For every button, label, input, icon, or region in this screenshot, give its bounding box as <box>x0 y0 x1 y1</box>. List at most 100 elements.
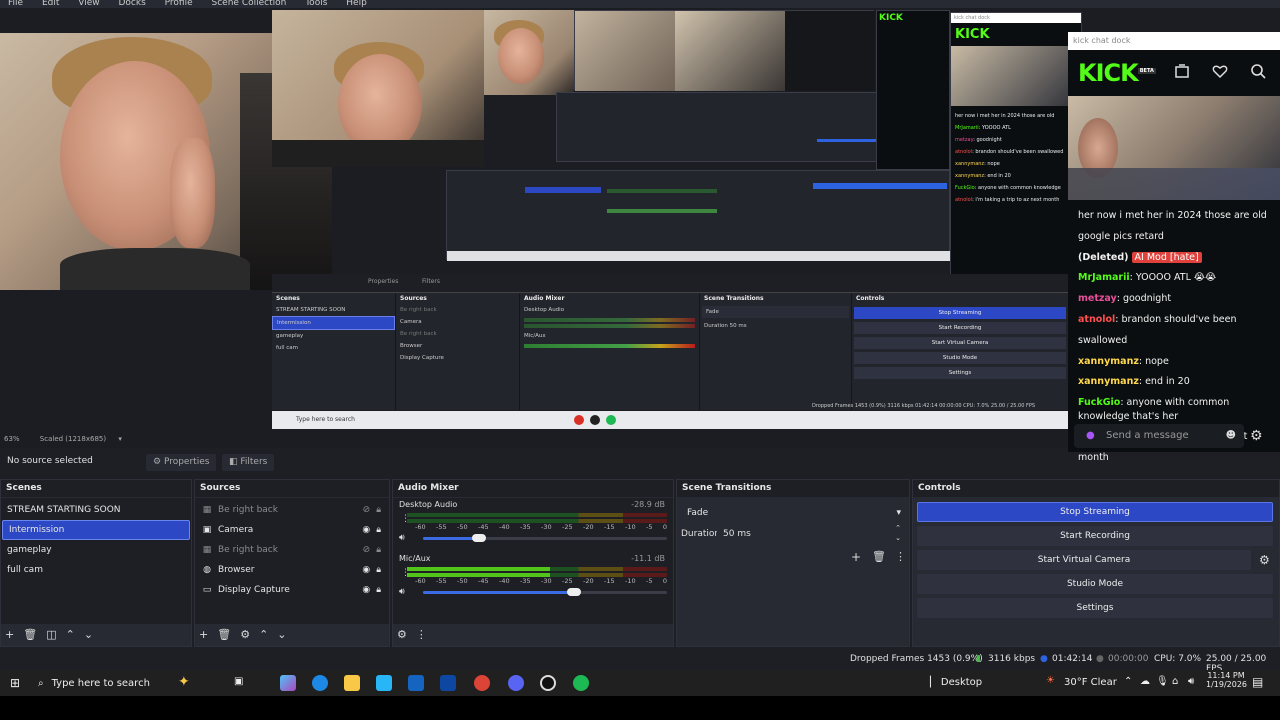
mic-icon[interactable]: 🎙︎ <box>1156 676 1169 687</box>
mail-icon[interactable] <box>408 675 424 691</box>
lock-icon[interactable]: 🔒︎ <box>376 580 381 600</box>
add-transition-icon[interactable]: + <box>851 550 861 564</box>
add-source-icon[interactable]: + <box>199 629 208 641</box>
chat-user[interactable]: MrJamarii <box>1078 272 1130 283</box>
chat-message: (Deleted) AI Mod [hate] <box>1078 248 1270 269</box>
eye-icon[interactable]: ◉ <box>362 560 370 580</box>
clock[interactable]: 11:14 PM 1/19/2026 <box>1206 671 1247 689</box>
store-icon[interactable] <box>440 675 456 691</box>
heart-icon[interactable] <box>1212 63 1228 83</box>
speaker-icon[interactable]: 🔊︎ <box>399 533 405 543</box>
lock-icon[interactable]: 🔒︎ <box>376 520 381 540</box>
settings-button[interactable]: Settings <box>917 598 1273 618</box>
microphone-icon[interactable]: ● <box>1086 424 1095 448</box>
volume-knob[interactable] <box>567 588 582 596</box>
weather-text[interactable]: 30°F Clear <box>1064 677 1117 688</box>
speaker-icon[interactable]: 🔊︎ <box>399 587 405 597</box>
menu-edit[interactable]: Edit <box>42 0 59 8</box>
scene-item[interactable]: STREAM STARTING SOON <box>1 500 191 520</box>
remove-transition-icon[interactable]: 🗑 <box>872 550 886 563</box>
eye-hidden-icon[interactable]: ⊘ <box>363 500 371 520</box>
start-virtual-camera-button[interactable]: Start Virtual Camera <box>917 550 1251 570</box>
duration-input[interactable]: 50 ms ⌃ ⌄ <box>717 523 907 543</box>
scene-item[interactable]: full cam <box>1 560 191 580</box>
add-scene-icon[interactable]: + <box>5 629 14 641</box>
obs-icon[interactable] <box>540 675 556 691</box>
chrome-icon[interactable] <box>474 675 490 691</box>
source-item[interactable]: ▭ Display Capture ◉ 🔒︎ <box>195 580 389 600</box>
volume-slider[interactable] <box>423 534 667 542</box>
menu-tools[interactable]: Tools <box>305 0 327 8</box>
eye-icon[interactable]: ◉ <box>362 520 370 540</box>
zoom-level[interactable]: 63% <box>4 435 20 443</box>
source-item[interactable]: ▦ Be right back ⊘ 🔒︎ <box>195 500 389 520</box>
advanced-audio-icon[interactable]: ⚙ <box>397 629 407 641</box>
tray-chevron-icon[interactable]: ⌃ <box>1124 676 1132 687</box>
remove-source-icon[interactable]: 🗑 <box>217 629 231 641</box>
eye-hidden-icon[interactable]: ⊘ <box>363 540 371 560</box>
cloud-icon[interactable]: ☁ <box>1140 676 1150 687</box>
source-item[interactable]: ▦ Be right back ⊘ 🔒︎ <box>195 540 389 560</box>
menu-docks[interactable]: Docks <box>118 0 145 8</box>
menu-file[interactable]: File <box>8 0 23 8</box>
edge-icon[interactable] <box>312 675 328 691</box>
eye-icon[interactable]: ◉ <box>362 580 370 600</box>
sources-title: Sources <box>195 480 389 497</box>
task-view-icon[interactable]: ▣ <box>234 676 243 687</box>
mixer-menu-icon[interactable]: ⋮ <box>416 629 427 641</box>
transition-select[interactable]: Fade ▾ <box>681 504 907 522</box>
kick-logo[interactable]: KICK BETA <box>1078 59 1156 87</box>
lock-icon[interactable]: 🔒︎ <box>376 540 381 560</box>
network-icon[interactable]: ⌂ <box>1172 676 1178 687</box>
volume-knob[interactable] <box>472 534 487 542</box>
menu-profile[interactable]: Profile <box>165 0 193 8</box>
chat-settings-icon[interactable]: ⚙ <box>1250 428 1263 444</box>
volume-icon[interactable]: 🔊︎ <box>1188 676 1194 687</box>
lock-icon[interactable]: 🔒︎ <box>376 500 381 520</box>
move-down-icon[interactable]: ⌄ <box>84 629 93 641</box>
source-item[interactable]: ◍ Browser ◉ 🔒︎ <box>195 560 389 580</box>
scene-item[interactable]: gameplay <box>1 540 191 560</box>
chat-user[interactable]: xannymanz <box>1078 376 1139 387</box>
scene-filters-icon[interactable]: ◫ <box>46 629 56 641</box>
remove-scene-icon[interactable]: 🗑 <box>23 629 37 641</box>
discord-icon[interactable] <box>508 675 524 691</box>
move-up-icon[interactable]: ⌃ <box>259 629 268 641</box>
scene-item-selected[interactable]: Intermission <box>2 520 190 540</box>
copilot-icon[interactable]: ✦ <box>178 674 190 690</box>
move-up-icon[interactable]: ⌃ <box>66 629 75 641</box>
chat-user[interactable]: FuckGio <box>1078 397 1120 408</box>
windows-start-icon[interactable]: ⊞ <box>10 676 20 690</box>
volume-slider[interactable] <box>423 588 667 596</box>
lock-icon[interactable]: 🔒︎ <box>376 560 381 580</box>
photos-icon[interactable] <box>376 675 392 691</box>
studio-mode-button[interactable]: Studio Mode <box>917 574 1273 594</box>
emoji-icon[interactable]: ☻ <box>1226 424 1236 448</box>
spotify-icon[interactable] <box>573 675 589 691</box>
menu-view[interactable]: View <box>78 0 99 8</box>
menu-help[interactable]: Help <box>346 0 367 8</box>
stop-streaming-button[interactable]: Stop Streaming <box>917 502 1273 522</box>
source-properties-icon[interactable]: ⚙ <box>240 629 250 641</box>
menu-scene-collection[interactable]: Scene Collection <box>212 0 287 8</box>
notifications-icon[interactable]: ▤ <box>1252 675 1263 689</box>
sources-dock: Sources ▦ Be right back ⊘ 🔒︎ ▣ Camera ◉ 🔒︎ ▦… <box>194 479 390 647</box>
search-icon[interactable] <box>1250 63 1266 83</box>
copilot-app-icon[interactable] <box>280 675 296 691</box>
desktop-toolbar[interactable]: ▏ Desktop <box>930 677 982 688</box>
zoom-dropdown-icon[interactable]: ▾ <box>118 435 122 443</box>
chat-user[interactable]: xannymanz <box>1078 356 1139 367</box>
chat-input[interactable]: ● Send a message ☻ <box>1074 424 1244 448</box>
browse-icon[interactable] <box>1174 63 1190 83</box>
source-item[interactable]: ▣ Camera ◉ 🔒︎ <box>195 520 389 540</box>
chat-user[interactable]: atnolol <box>1078 314 1115 325</box>
properties-button[interactable]: ⚙ Properties <box>146 454 217 471</box>
filters-button[interactable]: ◧ Filters <box>222 454 275 471</box>
file-explorer-icon[interactable] <box>344 675 360 691</box>
start-recording-button[interactable]: Start Recording <box>917 526 1273 546</box>
spin-arrows-icon[interactable]: ⌃ ⌄ <box>895 523 901 543</box>
transition-menu-icon[interactable]: ⋮ <box>895 550 906 563</box>
virtual-camera-settings-icon[interactable]: ⚙ <box>1259 553 1270 567</box>
move-down-icon[interactable]: ⌄ <box>277 629 286 641</box>
chat-user[interactable]: metzay <box>1078 293 1117 304</box>
